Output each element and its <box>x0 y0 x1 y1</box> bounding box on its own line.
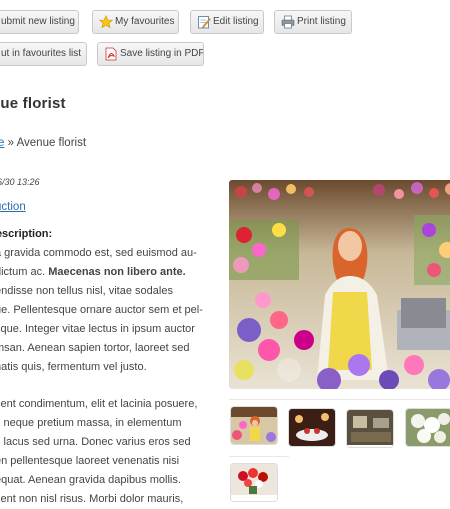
text-line: sque. Integer vitae lectus in ipsum auct… <box>0 323 195 335</box>
my-favourites-button[interactable]: My favourites <box>92 10 179 34</box>
text-line: a gravida commodo est, sed euismod au- <box>0 247 197 259</box>
text-line: endisse non tellus nisl, vitae sodales <box>0 285 173 297</box>
submit-listing-label: ubmit new listing <box>1 16 75 27</box>
text-line: s lacus sed urna. Donec varius eros sed <box>0 436 191 448</box>
save-pdf-button[interactable]: Save listing in PDF <box>97 42 204 66</box>
text-line: msan. Aenean sapien tortor, laoreet sed <box>0 342 190 354</box>
text-line: ue. Pellentesque ornare auctor sem et pe… <box>0 304 203 316</box>
print-listing-label: Print listing <box>297 16 346 27</box>
put-in-favourites-label: ut in favourites list <box>1 48 82 59</box>
text-line: natis quis, fermentum vel justo. <box>0 361 147 373</box>
listing-title: nue florist <box>0 95 66 112</box>
text-line: s neque pretium massa, in elementum <box>0 417 182 429</box>
put-in-favourites-button[interactable]: ut in favourites list <box>0 42 87 66</box>
description-paragraph-2: sent condimentum, elit et lacinia posuer… <box>0 395 225 509</box>
pdf-icon <box>105 47 117 61</box>
printer-icon <box>281 15 295 29</box>
my-favourites-label: My favourites <box>115 16 175 27</box>
text-line: sent non nisl risus. Morbi dolor mauris, <box>0 493 184 505</box>
edit-listing-button[interactable]: Edit listing <box>190 10 264 34</box>
breadcrumb-current: Avenue florist <box>16 137 87 149</box>
description-paragraph-1: a gravida commodo est, sed euismod au- d… <box>0 244 225 377</box>
print-listing-button[interactable]: Print listing <box>274 10 352 34</box>
thumbnail-red-bouquet[interactable] <box>231 464 277 501</box>
thumbnail-florist-woman[interactable] <box>231 407 277 444</box>
submit-listing-button[interactable]: ubmit new listing <box>0 10 79 34</box>
description-heading: Description: <box>0 228 53 240</box>
breadcrumb: e » Avenue florist <box>0 137 86 149</box>
divider <box>229 399 450 400</box>
breadcrumb-separator: » <box>4 137 17 149</box>
edit-icon <box>198 16 211 29</box>
divider <box>229 456 289 457</box>
main-listing-image[interactable] <box>229 180 450 389</box>
text-line: equat. Aenean gravida dapibus mollis. <box>0 474 181 486</box>
star-icon <box>99 15 113 29</box>
text-line: en pellentesque laoreet venenatis nisi <box>0 455 180 467</box>
listing-date: 6/30 13:26 <box>0 177 40 187</box>
save-pdf-label: Save listing in PDF <box>120 48 204 59</box>
thumbnail-restaurant[interactable] <box>289 409 335 446</box>
category-link[interactable]: truction <box>0 201 26 213</box>
thumbnail-interior[interactable] <box>347 410 393 447</box>
text-line: dictum ac. Maecenas non libero ante. <box>0 266 186 278</box>
thumbnail-white-flowers[interactable] <box>406 409 450 446</box>
text-line: sent condimentum, elit et lacinia posuer… <box>0 398 198 410</box>
edit-listing-label: Edit listing <box>213 16 259 27</box>
